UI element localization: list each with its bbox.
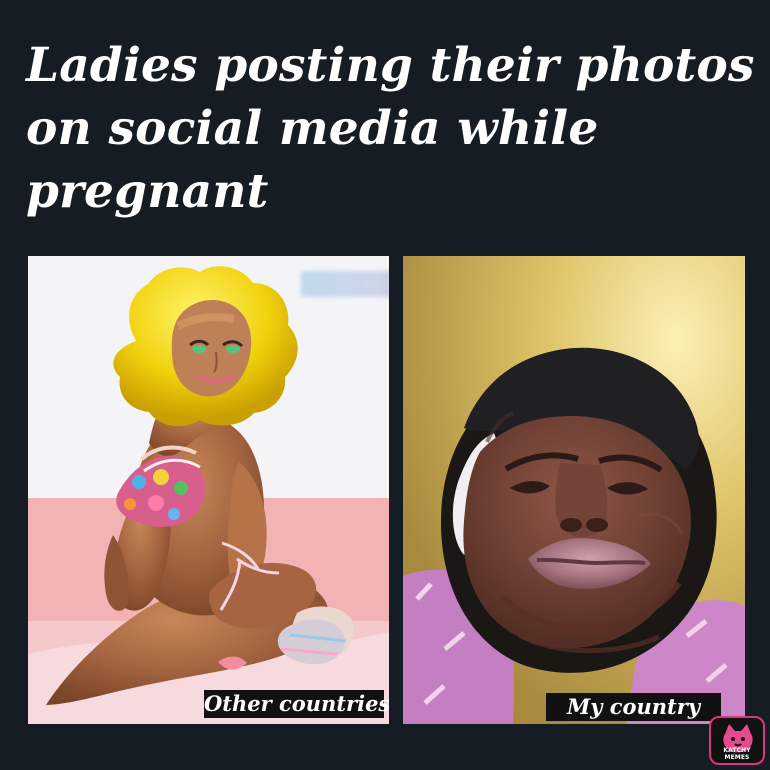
watermark-label: KATCHY MEMES — [723, 747, 751, 761]
katchy-memes-watermark: KATCHY MEMES — [709, 716, 765, 765]
selfie-photo — [403, 256, 745, 724]
blurred-username-tag — [301, 271, 389, 297]
meme-headline: Ladies posting their photos on social me… — [26, 38, 755, 219]
right-photo-panel: My country — [403, 256, 745, 724]
right-caption: My country — [546, 693, 721, 721]
left-caption: Other countries — [204, 690, 389, 718]
pregnant-celebrity-photo — [28, 256, 389, 724]
left-photo-panel: Other countries — [28, 256, 389, 724]
